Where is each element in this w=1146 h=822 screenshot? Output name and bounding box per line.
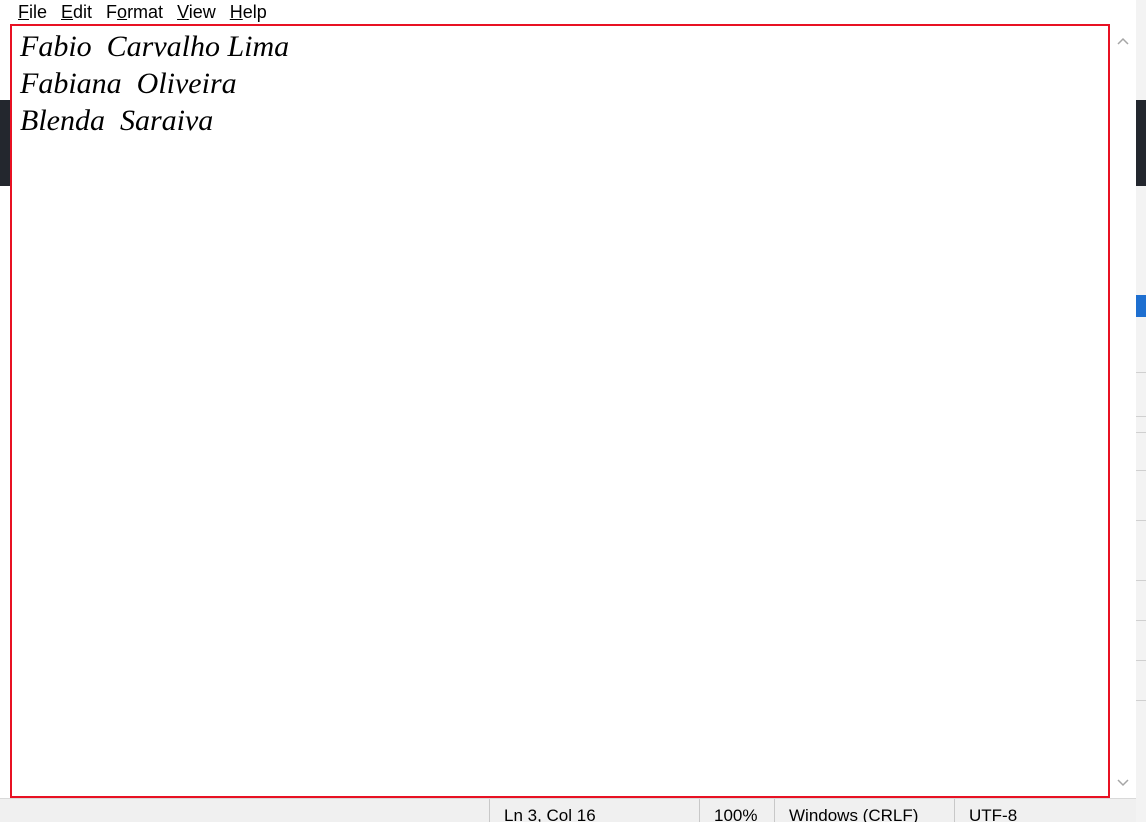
background-divider <box>1136 416 1146 417</box>
encoding: UTF-8 <box>954 799 1136 822</box>
menu-file[interactable]: File <box>18 1 47 23</box>
chevron-up-icon[interactable] <box>1110 28 1136 54</box>
menu-bar: File Edit Format View Help <box>0 0 1136 24</box>
menu-edit-label: dit <box>73 2 93 22</box>
menu-help[interactable]: Help <box>230 1 267 23</box>
background-window-fragment <box>0 100 10 186</box>
menu-edit-mnemonic: E <box>61 2 74 22</box>
background-dark-band <box>1136 100 1146 186</box>
menu-view-label: iew <box>188 2 216 22</box>
background-divider <box>1136 372 1146 373</box>
cursor-position: Ln 3, Col 16 <box>489 799 699 822</box>
background-divider <box>1136 700 1146 701</box>
menu-format[interactable]: Format <box>106 1 163 23</box>
zoom-level: 100% <box>699 799 774 822</box>
menu-file-mnemonic: F <box>18 2 29 22</box>
menu-help-label: elp <box>242 2 267 22</box>
text-line-2: Fabiana Oliveira <box>20 67 237 100</box>
text-line-1: Fabio Carvalho Lima <box>20 30 290 63</box>
background-divider <box>1136 580 1146 581</box>
background-divider <box>1136 520 1146 521</box>
menu-format-label: rmat <box>127 2 164 22</box>
background-divider <box>1136 432 1146 433</box>
text-line-3: Blenda Saraiva <box>20 104 214 137</box>
background-blue-band <box>1136 295 1146 317</box>
status-bar: Ln 3, Col 16 100% Windows (CRLF) UTF-8 <box>0 798 1136 822</box>
background-window-strip <box>1136 0 1146 822</box>
vertical-scrollbar[interactable] <box>1110 24 1136 798</box>
background-divider <box>1136 470 1146 471</box>
menu-view-mnemonic: V <box>177 2 189 22</box>
background-divider <box>1136 620 1146 621</box>
background-divider <box>1136 660 1146 661</box>
line-ending: Windows (CRLF) <box>774 799 954 822</box>
notepad-window: File Edit Format View Help Fabio Carvalh… <box>0 0 1146 822</box>
menu-format-mnemonic: o <box>117 2 128 22</box>
menu-file-label: ile <box>29 2 48 22</box>
menu-view[interactable]: View <box>177 1 216 23</box>
menu-help-mnemonic: H <box>229 2 243 22</box>
chevron-down-icon[interactable] <box>1110 770 1136 796</box>
menu-format-prefix: F <box>106 2 118 22</box>
text-editor[interactable]: Fabio Carvalho Lima Fabiana Oliveira Ble… <box>10 24 1110 798</box>
menu-edit[interactable]: Edit <box>61 1 92 23</box>
